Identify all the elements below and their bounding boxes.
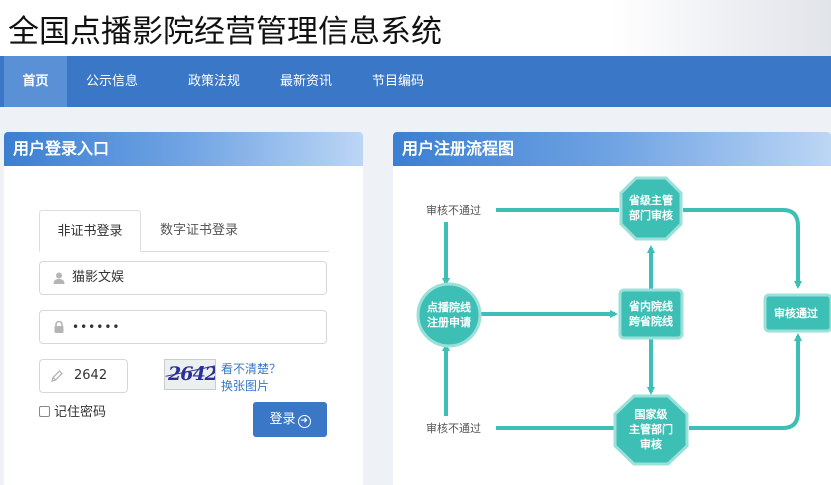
login-button[interactable]: 登录 ➜ [253, 402, 327, 437]
reject-top-label: 审核不通过 [426, 203, 481, 217]
header: 全国点播影院经营管理信息系统 [0, 0, 831, 56]
login-panel: 用户登录入口 非证书登录 数字证书登录 猫影文娱 •••••• 2642 264… [4, 132, 363, 485]
node-start-application: 点播院线 注册申请 [416, 282, 482, 348]
captcha-input[interactable]: 2642 [39, 359, 128, 393]
main-nav: 首页 公示信息 政策法规 最新资讯 节目编码 [0, 56, 831, 107]
login-tabs: 非证书登录 数字证书登录 [39, 210, 329, 252]
tab-non-certificate-login[interactable]: 非证书登录 [39, 210, 141, 252]
registration-flowchart: 审核不通过 审核不通过 点播院线 注册申请 省级主管 部门审核 省内院线 跨省院… [416, 176, 831, 466]
header-decoration [611, 0, 831, 56]
tab-digital-certificate-login[interactable]: 数字证书登录 [149, 210, 249, 252]
remember-password-label: 记住密码 [54, 405, 107, 420]
reject-bottom-label: 审核不通过 [426, 421, 481, 435]
captcha-image-text: 2642 [168, 363, 216, 385]
username-value: 猫影文娱 [72, 270, 125, 285]
login-button-label: 登录 [269, 412, 296, 427]
nav-item-news[interactable]: 最新资讯 [271, 56, 341, 107]
remember-password-checkbox[interactable] [39, 406, 50, 417]
nav-item-program-codes[interactable]: 节目编码 [363, 56, 433, 107]
svg-text:部门审核: 部门审核 [629, 208, 673, 222]
password-field[interactable]: •••••• [39, 310, 327, 344]
username-field[interactable]: 猫影文娱 [39, 261, 327, 295]
nav-item-policies[interactable]: 政策法规 [179, 56, 249, 107]
svg-text:主管部门: 主管部门 [629, 422, 673, 436]
svg-text:国家级: 国家级 [635, 407, 669, 421]
node-approved: 审核通过 [763, 293, 831, 333]
svg-text:跨省院线: 跨省院线 [629, 314, 673, 328]
captcha-input-value: 2642 [74, 368, 108, 383]
site-title: 全国点播影院经营管理信息系统 [8, 14, 442, 50]
svg-text:审核: 审核 [640, 437, 662, 451]
nav-item-announcements[interactable]: 公示信息 [77, 56, 147, 107]
edge-national-to-approved [689, 333, 802, 430]
login-panel-title: 用户登录入口 [4, 132, 363, 166]
remember-password[interactable]: 记住密码 [39, 404, 106, 422]
arrow-right-icon: ➜ [297, 415, 311, 428]
node-route-type: 省内院线 跨省院线 [618, 288, 684, 340]
flow-panel-title: 用户注册流程图 [393, 132, 831, 166]
nav-item-home[interactable]: 首页 [4, 56, 67, 107]
pencil-icon [51, 370, 63, 382]
password-value: •••••• [72, 320, 121, 334]
svg-text:注册申请: 注册申请 [427, 315, 471, 329]
svg-text:审核通过: 审核通过 [774, 306, 818, 320]
svg-text:省级主管: 省级主管 [628, 193, 673, 207]
user-icon [53, 272, 65, 284]
lock-icon [54, 320, 64, 333]
captcha-hint-link[interactable]: 看不清楚？ [221, 360, 281, 377]
svg-text:省内院线: 省内院线 [628, 299, 673, 313]
node-national-review: 国家级 主管部门 审核 [613, 394, 689, 466]
captcha-image[interactable]: 2642 [164, 359, 216, 390]
edge-province-to-approved [683, 208, 802, 289]
registration-flow-panel: 用户注册流程图 审核不通过 审核不通过 点播院线 注册申请 省级主管 部门审核 … [393, 132, 831, 485]
svg-text:点播院线: 点播院线 [427, 300, 471, 314]
node-province-review: 省级主管 部门审核 [619, 176, 683, 241]
captcha-refresh-link[interactable]: 换张图片 [221, 377, 269, 394]
